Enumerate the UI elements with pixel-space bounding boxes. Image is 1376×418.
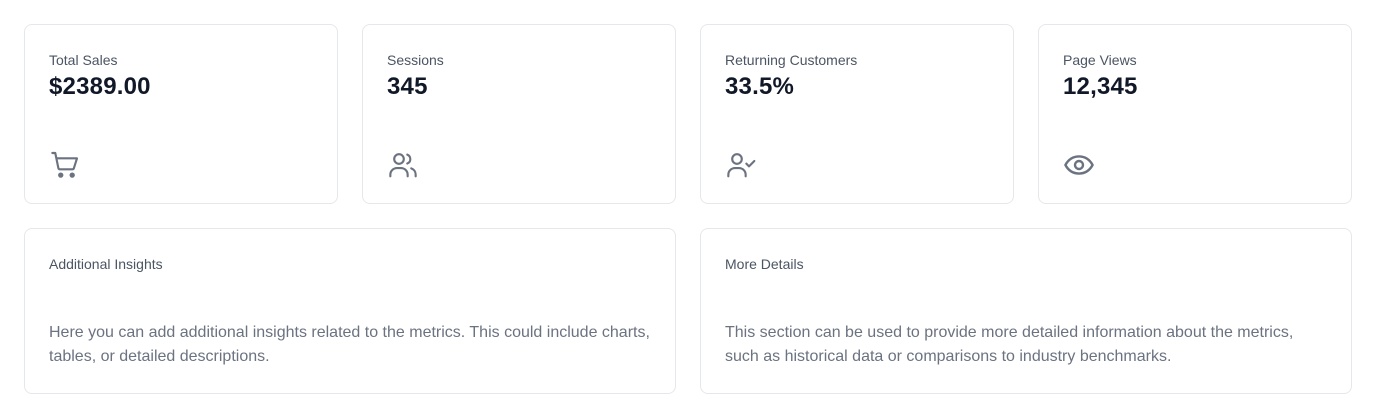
- metric-value: 33.5%: [725, 73, 795, 100]
- metric-card-returning-customers: Returning Customers 33.5%: [700, 24, 1014, 204]
- metric-label: Sessions: [387, 52, 444, 68]
- metric-card-sessions: Sessions 345: [362, 24, 676, 204]
- metric-card-page-views: Page Views 12,345: [1038, 24, 1352, 204]
- more-details-card: More Details This section can be used to…: [700, 228, 1352, 394]
- card-title: Additional Insights: [49, 256, 163, 272]
- metric-label: Total Sales: [49, 52, 118, 68]
- metric-value: 12,345: [1063, 73, 1138, 100]
- shopping-cart-icon: [49, 149, 81, 181]
- metric-label: Returning Customers: [725, 52, 858, 68]
- metric-value: 345: [387, 73, 428, 100]
- metric-label: Page Views: [1063, 52, 1137, 68]
- user-check-icon: [725, 149, 757, 181]
- card-title: More Details: [725, 256, 804, 272]
- additional-insights-card: Additional Insights Here you can add add…: [24, 228, 676, 394]
- card-body: Here you can add additional insights rel…: [49, 324, 650, 365]
- dashboard: Total Sales $2389.00 Sessions 345 Return…: [0, 0, 1376, 418]
- eye-icon: [1063, 149, 1095, 181]
- card-body: This section can be used to provide more…: [725, 324, 1294, 365]
- metric-card-total-sales: Total Sales $2389.00: [24, 24, 338, 204]
- users-icon: [387, 149, 419, 181]
- metric-value: $2389.00: [49, 73, 151, 100]
